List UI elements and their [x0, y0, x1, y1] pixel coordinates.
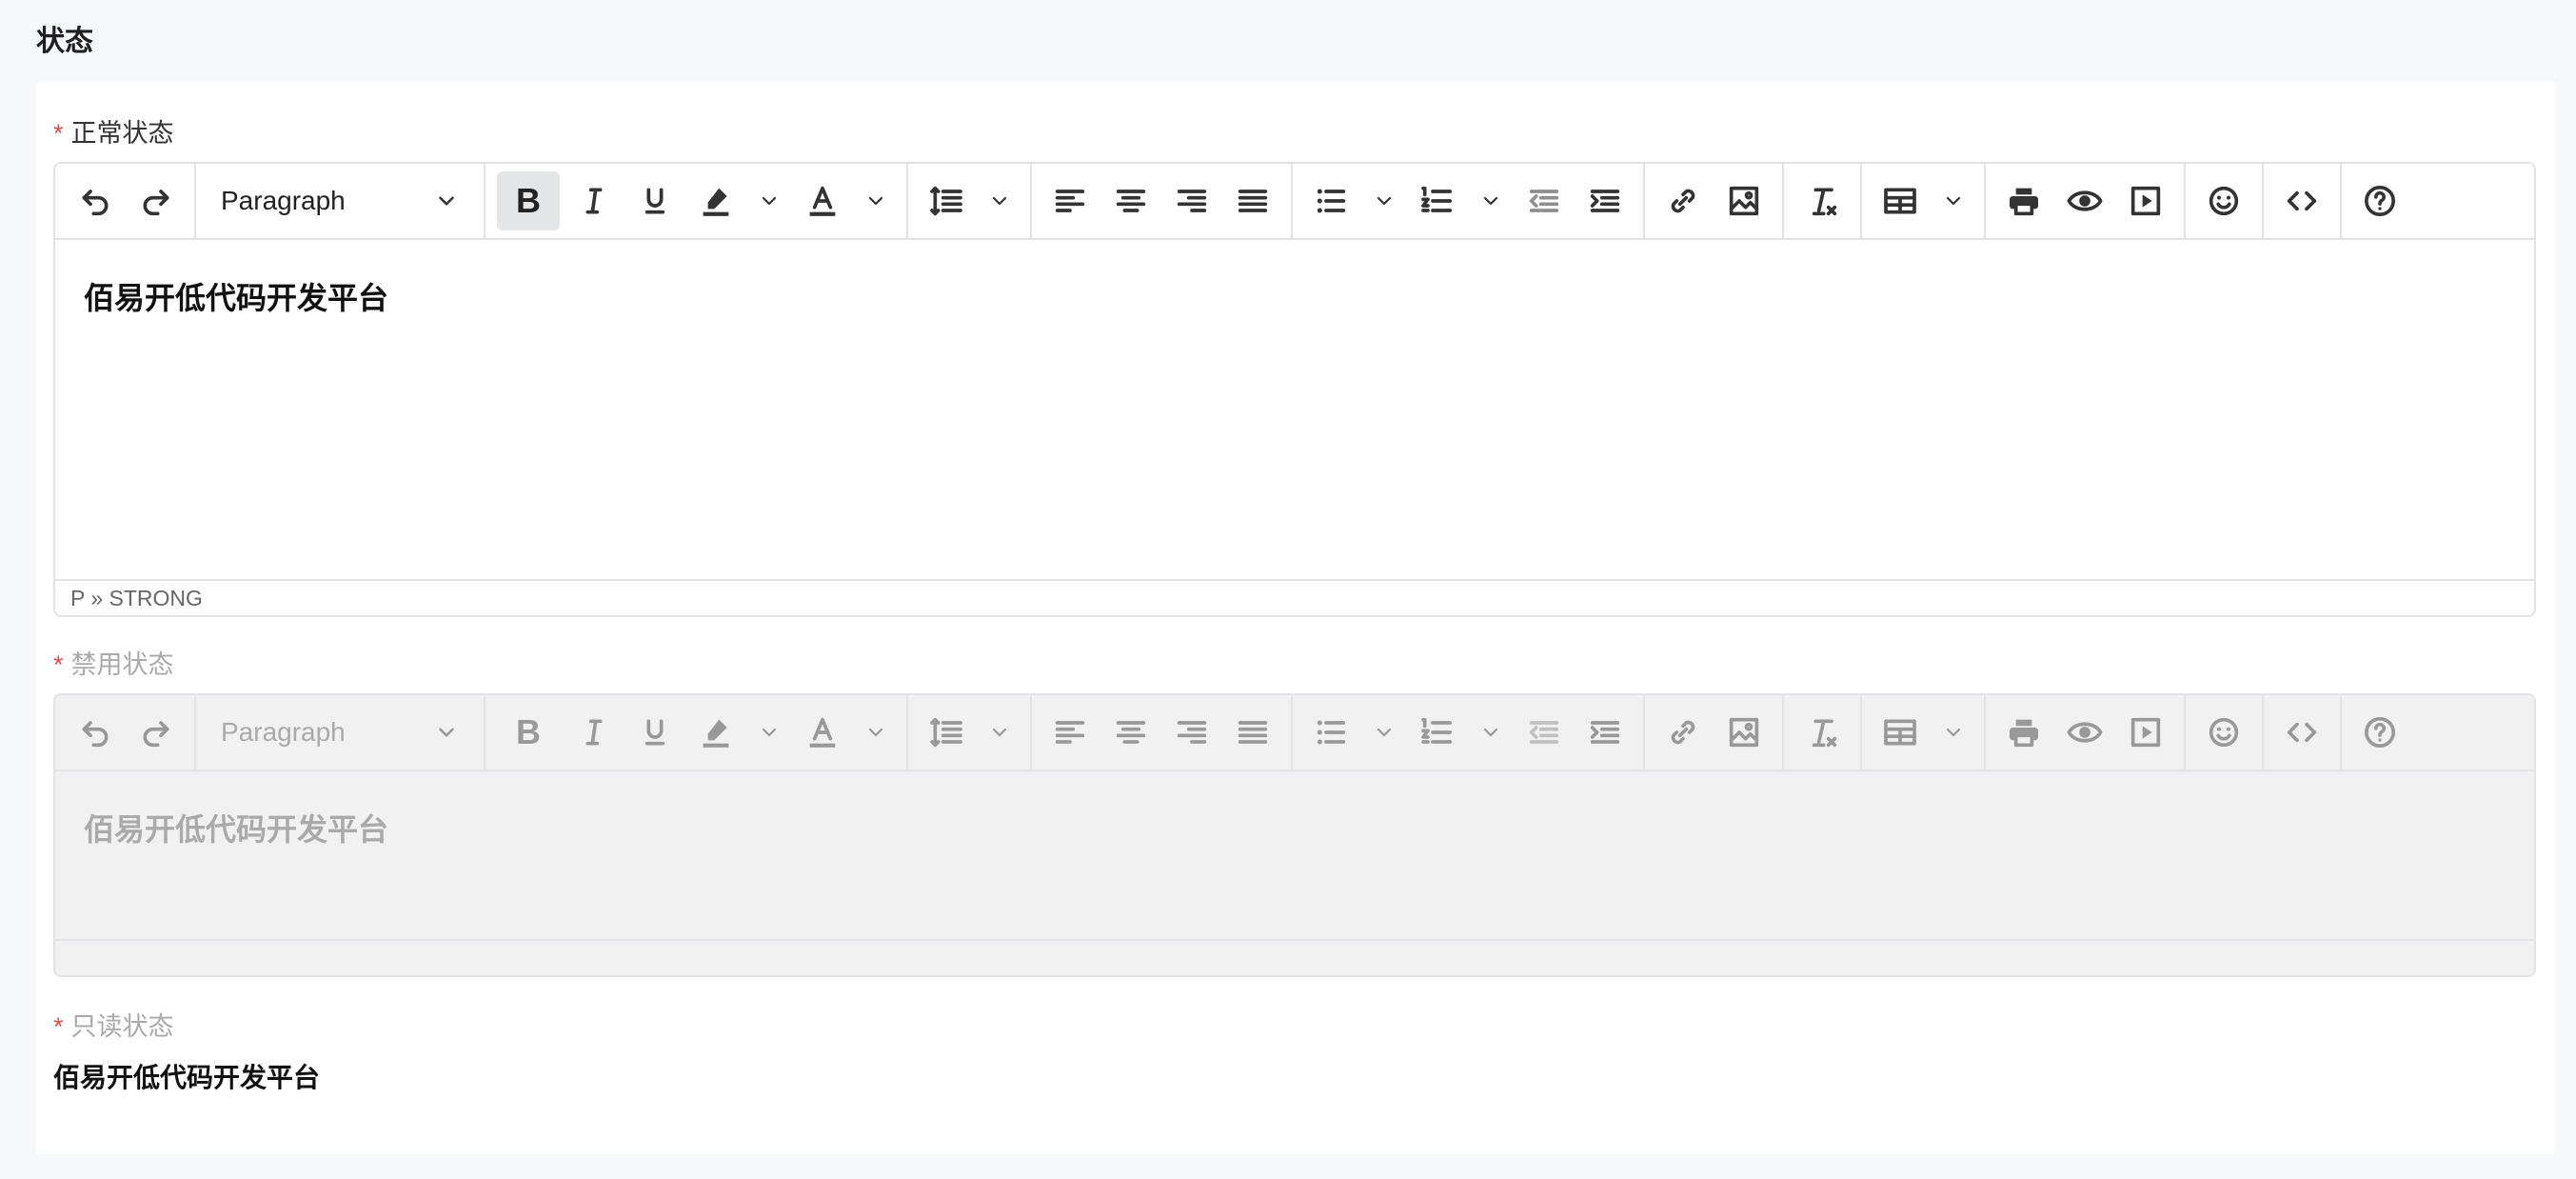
align-right-icon[interactable]: [1165, 171, 1219, 230]
italic-icon[interactable]: [567, 171, 621, 230]
image-icon: [1717, 703, 1771, 762]
italic-icon: [567, 703, 621, 762]
chevron-down-icon: [857, 703, 895, 762]
help-icon: [2353, 703, 2407, 762]
print-icon[interactable]: [1997, 171, 2051, 230]
field-label: * 正常状态: [53, 114, 2536, 152]
required-mark: *: [53, 119, 64, 148]
section-title: 状态: [36, 26, 93, 57]
highlight-color-icon[interactable]: [689, 171, 743, 230]
editor-toolbar: Paragraph B: [55, 164, 2534, 240]
table-icon: [1873, 703, 1927, 762]
editor-content-text: 佰易开低代码开发平台: [84, 812, 389, 847]
outdent-icon[interactable]: [1517, 171, 1571, 230]
element-path[interactable]: P » STRONG: [70, 586, 203, 610]
bold-button[interactable]: B: [497, 171, 560, 230]
media-icon: [2119, 703, 2172, 762]
chevron-down-icon: [1472, 703, 1510, 762]
block-format-dropdown[interactable]: Paragraph: [208, 171, 472, 230]
field-label: * 禁用状态: [53, 646, 2536, 684]
text-color-icon[interactable]: [796, 171, 849, 230]
redo-icon[interactable]: [129, 171, 183, 230]
align-left-icon: [1043, 703, 1097, 762]
preview-icon: [2058, 703, 2111, 762]
block-format-dropdown: Paragraph: [208, 703, 472, 762]
media-icon[interactable]: [2119, 171, 2172, 230]
label-text: 只读状态: [70, 1012, 174, 1041]
code-icon: [2275, 703, 2328, 762]
numbered-list-icon[interactable]: [1411, 171, 1464, 230]
print-icon: [1997, 703, 2051, 762]
chevron-down-icon[interactable]: [1472, 171, 1510, 230]
image-icon[interactable]: [1717, 171, 1771, 230]
highlight-color-icon: [689, 703, 743, 762]
chevron-down-icon: [439, 728, 454, 737]
link-icon[interactable]: [1656, 171, 1710, 230]
align-left-icon[interactable]: [1043, 171, 1097, 230]
indent-icon[interactable]: [1578, 171, 1632, 230]
undo-icon[interactable]: [69, 171, 122, 230]
help-icon[interactable]: [2353, 171, 2407, 230]
chevron-down-icon: [1934, 703, 1972, 762]
clear-format-icon[interactable]: [1795, 171, 1849, 230]
chevron-down-icon[interactable]: [1934, 171, 1972, 230]
align-justify-icon: [1226, 703, 1279, 762]
undo-icon: [69, 703, 122, 762]
form-card: * 正常状态 Paragraph B 佰易开低代码开发平台 P » STRONG…: [36, 82, 2555, 1154]
line-height-icon[interactable]: [920, 171, 973, 230]
underline-icon[interactable]: [628, 171, 682, 230]
chevron-down-icon[interactable]: [981, 171, 1019, 230]
editor-statusbar: P » STRONG: [55, 579, 2534, 615]
required-mark: *: [53, 1012, 64, 1041]
field-normal: * 正常状态 Paragraph B 佰易开低代码开发平台 P » STRONG: [53, 114, 2536, 617]
align-center-icon: [1104, 703, 1158, 762]
text-color-icon: [796, 703, 849, 762]
label-text: 正常状态: [70, 119, 174, 148]
bullet-list-icon[interactable]: [1304, 171, 1357, 230]
table-icon[interactable]: [1873, 171, 1927, 230]
chevron-down-icon: [1365, 703, 1403, 762]
required-mark: *: [53, 650, 64, 679]
numbered-list-icon: [1411, 703, 1464, 762]
editor-toolbar: Paragraph B: [55, 695, 2534, 771]
editor-content-area[interactable]: 佰易开低代码开发平台: [55, 240, 2534, 579]
emoji-icon: [2197, 703, 2250, 762]
bold-button: B: [497, 703, 560, 762]
readonly-content: 佰易开低代码开发平台: [53, 1063, 321, 1092]
preview-icon[interactable]: [2058, 171, 2111, 230]
chevron-down-icon[interactable]: [750, 171, 788, 230]
chevron-down-icon: [750, 703, 788, 762]
redo-icon: [129, 703, 183, 762]
bold-icon: B: [516, 181, 541, 220]
bold-icon: B: [516, 712, 541, 751]
editor-content-text: 佰易开低代码开发平台: [84, 281, 389, 315]
chevron-down-icon[interactable]: [1365, 171, 1403, 230]
field-disabled: * 禁用状态 Paragraph B 佰易开低代码开发平台: [53, 646, 2536, 977]
align-right-icon: [1165, 703, 1219, 762]
indent-icon: [1578, 703, 1632, 762]
link-icon: [1656, 703, 1710, 762]
outdent-icon: [1517, 703, 1571, 762]
code-icon[interactable]: [2275, 171, 2328, 230]
chevron-down-icon[interactable]: [857, 171, 895, 230]
editor-content-area: 佰易开低代码开发平台: [55, 771, 2534, 939]
align-center-icon[interactable]: [1104, 171, 1158, 230]
chevron-down-icon: [981, 703, 1019, 762]
align-justify-icon[interactable]: [1226, 171, 1279, 230]
emoji-icon[interactable]: [2197, 171, 2250, 230]
block-format-label: Paragraph: [221, 717, 346, 747]
underline-icon: [628, 703, 682, 762]
chevron-down-icon: [439, 196, 454, 206]
rich-text-editor-disabled: Paragraph B 佰易开低代码开发平台: [53, 693, 2536, 977]
field-readonly: * 只读状态 佰易开低代码开发平台: [53, 1008, 2536, 1095]
editor-statusbar: [55, 939, 2534, 975]
clear-format-icon: [1795, 703, 1849, 762]
label-text: 禁用状态: [70, 650, 174, 679]
bullet-list-icon: [1304, 703, 1357, 762]
field-label: * 只读状态: [53, 1008, 2536, 1046]
rich-text-editor[interactable]: Paragraph B 佰易开低代码开发平台 P » STRONG: [53, 162, 2536, 617]
line-height-icon: [920, 703, 973, 762]
block-format-label: Paragraph: [221, 186, 346, 215]
